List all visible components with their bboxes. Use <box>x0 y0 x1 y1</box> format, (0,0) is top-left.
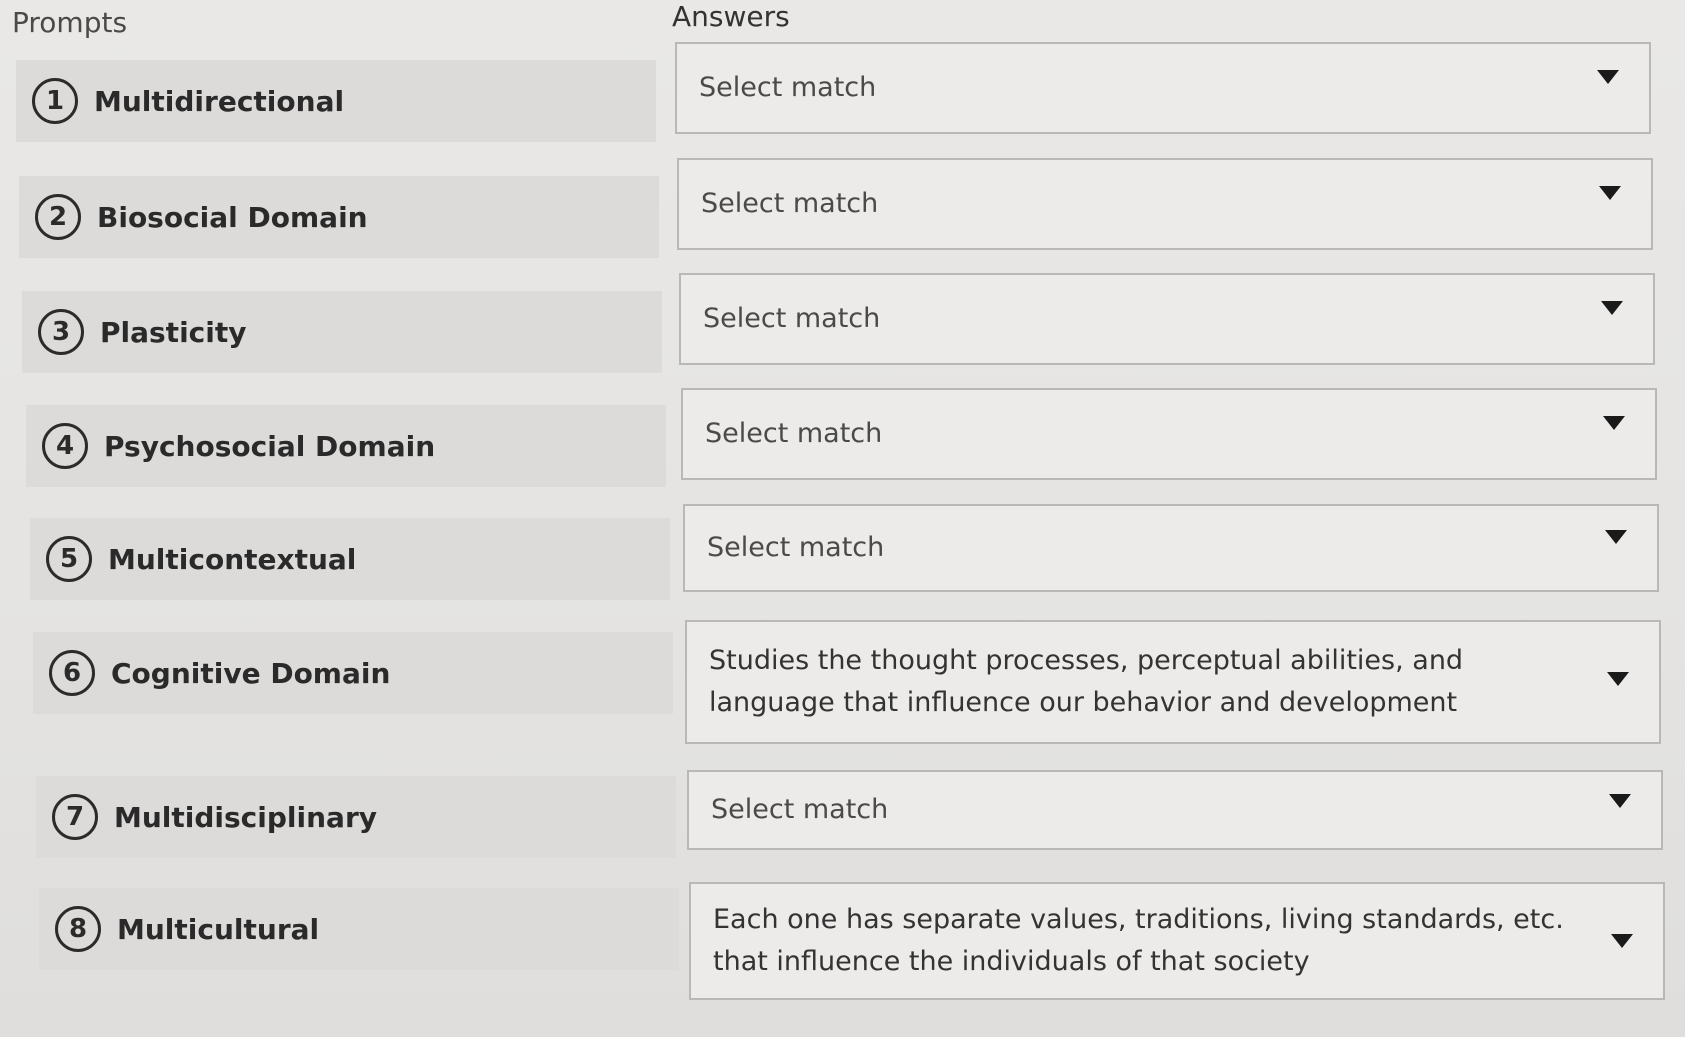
prompt-number-badge: 4 <box>42 423 88 469</box>
chevron-down-icon[interactable] <box>1611 934 1633 948</box>
prompt-number-badge: 1 <box>32 78 78 124</box>
prompt-label: Multidirectional <box>94 84 345 118</box>
answer-selected-value: Select match <box>701 188 879 219</box>
prompt-row-4: 4 Psychosocial Domain <box>26 405 666 487</box>
prompt-label: Multicontextual <box>108 542 357 576</box>
prompt-row-6: 6 Cognitive Domain <box>33 632 673 714</box>
prompt-number-badge: 6 <box>49 650 95 696</box>
answer-selected-value: Select match <box>705 418 883 449</box>
prompt-number-badge: 2 <box>35 194 81 240</box>
prompt-label: Cognitive Domain <box>111 656 391 690</box>
prompt-row-5: 5 Multicontextual <box>30 518 670 600</box>
chevron-down-icon[interactable] <box>1599 186 1621 200</box>
prompt-row-8: 8 Multicultural <box>39 888 679 970</box>
answer-selected-value: Select match <box>703 303 881 334</box>
chevron-down-icon[interactable] <box>1607 672 1629 686</box>
chevron-down-icon[interactable] <box>1605 530 1627 544</box>
chevron-down-icon[interactable] <box>1609 794 1631 808</box>
answer-select-1[interactable]: Select match <box>675 42 1651 134</box>
answer-select-5[interactable]: Select match <box>683 504 1659 592</box>
prompt-row-1: 1 Multidirectional <box>16 60 656 142</box>
answer-selected-value: Select match <box>711 794 889 825</box>
answers-header: Answers <box>672 0 790 33</box>
answer-select-2[interactable]: Select match <box>677 158 1653 250</box>
prompt-number-badge: 8 <box>55 906 101 952</box>
prompt-label: Biosocial Domain <box>97 200 368 234</box>
prompt-number-badge: 5 <box>46 536 92 582</box>
prompt-row-3: 3 Plasticity <box>22 291 662 373</box>
prompt-row-2: 2 Biosocial Domain <box>19 176 659 258</box>
answer-selected-value: Studies the thought processes, perceptua… <box>709 645 1464 718</box>
prompt-label: Multidisciplinary <box>114 800 378 834</box>
answer-select-7[interactable]: Select match <box>687 770 1663 850</box>
prompt-number-badge: 3 <box>38 309 84 355</box>
chevron-down-icon[interactable] <box>1603 416 1625 430</box>
prompt-label: Psychosocial Domain <box>104 429 436 463</box>
prompts-header: Prompts <box>12 6 128 39</box>
answer-selected-value: Select match <box>699 72 877 103</box>
answer-select-3[interactable]: Select match <box>679 273 1655 365</box>
answer-select-4[interactable]: Select match <box>681 388 1657 480</box>
answer-select-6[interactable]: Studies the thought processes, perceptua… <box>685 620 1661 744</box>
prompt-number-badge: 7 <box>52 794 98 840</box>
prompt-label: Plasticity <box>100 315 247 349</box>
chevron-down-icon[interactable] <box>1597 70 1619 84</box>
answer-selected-value: Select match <box>707 532 885 563</box>
prompt-label: Multicultural <box>117 912 320 946</box>
chevron-down-icon[interactable] <box>1601 301 1623 315</box>
answer-select-8[interactable]: Each one has separate values, traditions… <box>689 882 1665 1000</box>
prompt-row-7: 7 Multidisciplinary <box>36 776 676 858</box>
answer-selected-value: Each one has separate values, traditions… <box>713 904 1564 977</box>
